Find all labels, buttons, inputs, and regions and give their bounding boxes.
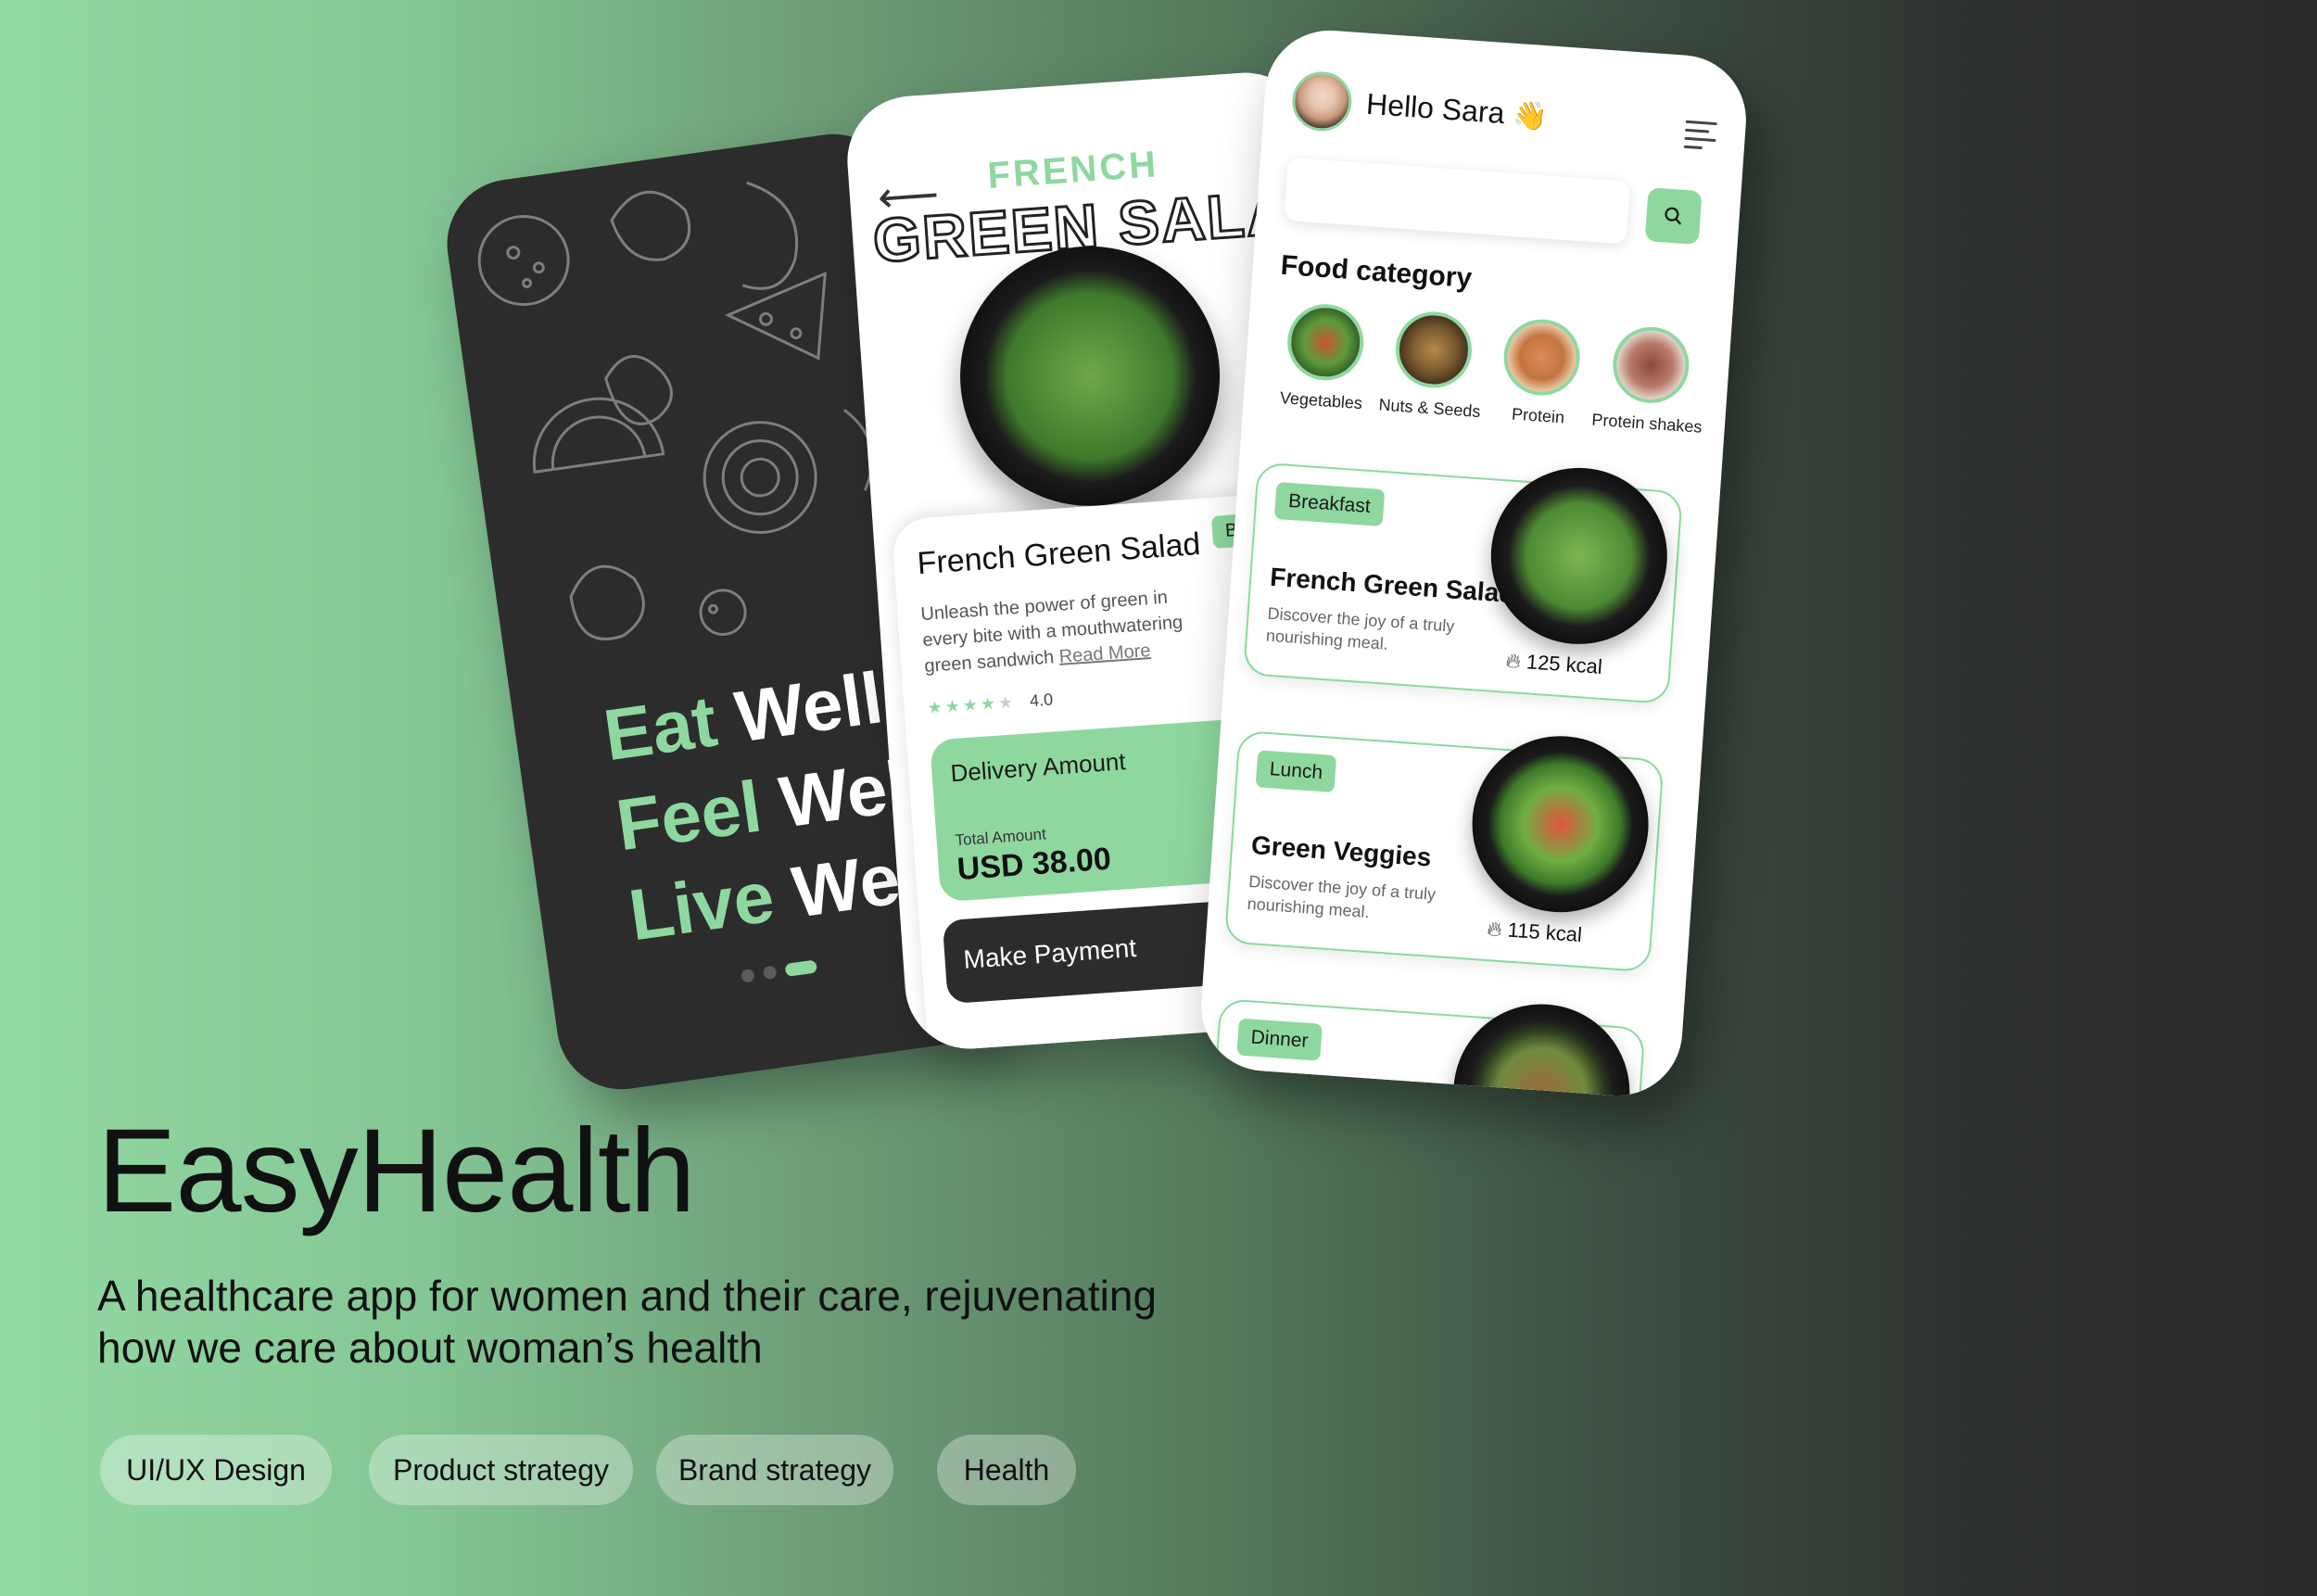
meal-card-lunch[interactable]: Lunch Green Veggies Discover the joy of …	[1223, 729, 1665, 973]
meal-name: Green Veggies	[1250, 830, 1433, 872]
category-protein[interactable]: Protein	[1483, 316, 1599, 430]
veggies-bowl-image	[1466, 729, 1654, 918]
meal-card-dinner[interactable]: Dinner	[1205, 998, 1646, 1100]
showcase-stage: Eat Well, Feel Well Live Well ⟵ FRENCH G…	[0, 0, 2317, 1596]
page-dot[interactable]	[740, 968, 755, 983]
greeting-text: Hello Sara	[1365, 86, 1506, 131]
category-vegetables[interactable]: Vegetables	[1266, 300, 1382, 414]
slogan-accent-word: Feel	[611, 765, 766, 867]
vegetables-image	[1285, 301, 1366, 384]
category-protein-shakes[interactable]: Protein shakes	[1591, 323, 1708, 437]
read-more-link[interactable]: Read More	[1058, 640, 1151, 667]
page-indicator[interactable]	[740, 959, 818, 983]
greeting: Hello Sara 👋	[1365, 87, 1549, 134]
meal-description: Discover the joy of a truly nourishing m…	[1247, 871, 1437, 922]
star-rating-icon: ★★★★★	[926, 692, 1017, 717]
salad-bowl-image	[1485, 462, 1674, 651]
delivery-label: Delivery Amount	[949, 747, 1127, 788]
meal-name: French Green Salad	[1269, 562, 1516, 609]
description-line-1: A healthcare app for women and their car…	[97, 1272, 1158, 1320]
category-label: Protein shakes	[1590, 410, 1703, 437]
meal-tag: Lunch	[1255, 750, 1337, 793]
tag-chip-uiux[interactable]: UI/UX Design	[100, 1435, 332, 1505]
meal-description: Discover the joy of a truly nourishing m…	[1265, 603, 1455, 653]
nuts-seeds-image	[1393, 309, 1475, 391]
project-description: A healthcare app for women and their car…	[97, 1270, 1302, 1374]
rating-value: 4.0	[1029, 690, 1054, 711]
tag-chip-health[interactable]: Health	[937, 1435, 1076, 1505]
meal-card-breakfast[interactable]: Breakfast French Green Salad Discover th…	[1242, 462, 1683, 705]
page-dot[interactable]	[762, 965, 778, 981]
category-label: Nuts & Seeds	[1377, 395, 1482, 422]
dish-description: Unleash the power of green in every bite…	[920, 582, 1203, 679]
slogan-accent-word: Eat	[599, 679, 722, 777]
kcal-value: 115 kcal	[1506, 918, 1583, 947]
description-line-2: how we care about woman’s health	[97, 1324, 763, 1372]
salad-bowl-image	[951, 237, 1229, 515]
search-input[interactable]	[1284, 157, 1631, 245]
project-title: EasyHealth	[97, 1105, 696, 1237]
food-category-title: Food category	[1279, 249, 1474, 295]
flame-icon: 🔥︎	[1504, 648, 1522, 673]
home-phone: Hello Sara 👋 Food category Vegetables Nu…	[1196, 26, 1751, 1100]
kcal-value: 125 kcal	[1526, 650, 1603, 678]
category-nuts-seeds[interactable]: Nuts & Seeds	[1374, 308, 1490, 422]
wave-emoji: 👋	[1511, 99, 1549, 133]
category-label: Vegetables	[1279, 388, 1363, 413]
slogan-accent-word: Live	[624, 855, 779, 956]
meal-calories: 🔥︎ 125 kcal	[1505, 649, 1603, 679]
tag-chip-brand-strategy[interactable]: Brand strategy	[656, 1435, 893, 1505]
dinner-bowl-image	[1447, 998, 1636, 1100]
protein-shakes-image	[1610, 324, 1692, 406]
dish-name: French Green Salad	[916, 526, 1202, 582]
meal-tag: Breakfast	[1273, 481, 1386, 527]
flame-icon: 🔥︎	[1486, 917, 1503, 942]
protein-image	[1501, 316, 1583, 399]
tag-chip-product-strategy[interactable]: Product strategy	[369, 1435, 633, 1505]
delivery-amount-box: Delivery Amount Total Amount USD 38.00	[930, 718, 1256, 903]
meal-calories: 🔥︎ 115 kcal	[1487, 917, 1583, 947]
search-button[interactable]	[1644, 187, 1703, 246]
meal-tag: Dinner	[1236, 1018, 1323, 1061]
category-label: Protein	[1511, 404, 1565, 427]
avatar[interactable]	[1290, 70, 1354, 133]
rating: ★★★★★ 4.0	[927, 690, 1054, 718]
menu-icon[interactable]	[1683, 120, 1717, 156]
page-dot-active[interactable]	[784, 959, 818, 978]
food-category-list: Vegetables Nuts & Seeds Protein Protein …	[1266, 300, 1708, 437]
dish-description-text: Unleash the power of green in every bite…	[919, 587, 1184, 678]
search-icon	[1665, 207, 1682, 225]
